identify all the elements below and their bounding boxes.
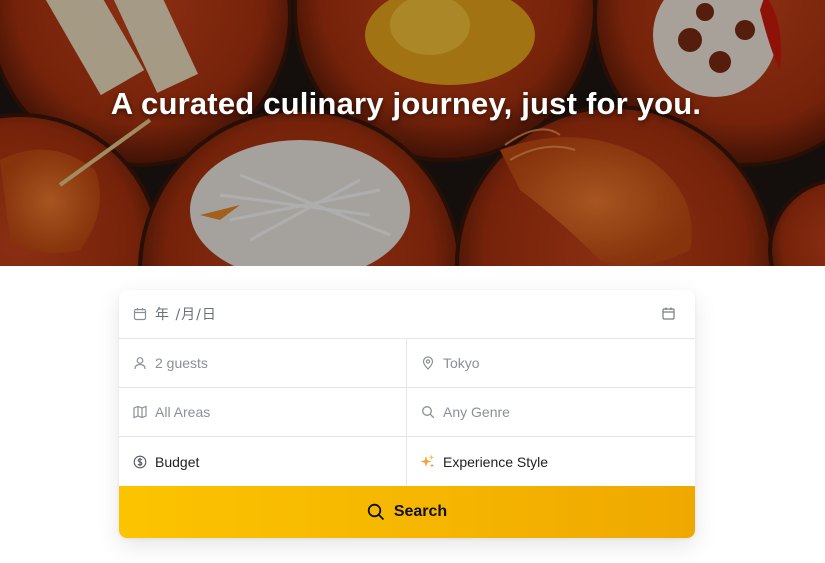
experience-style-value: Experience Style <box>443 453 549 470</box>
map-icon <box>132 405 147 420</box>
guests-select[interactable]: 2 guests <box>119 339 407 387</box>
search-button-label: Search <box>393 503 448 520</box>
calendar-picker-icon[interactable] <box>662 307 677 322</box>
date-row: 年 /月/日 <box>119 290 695 339</box>
genre-select[interactable]: Any Genre <box>407 388 695 436</box>
hero-title: A curated culinary journey, just for you… <box>110 86 702 121</box>
hero-banner: A curated culinary journey, just for you… <box>0 0 825 266</box>
map-pin-icon <box>420 356 435 371</box>
search-form-card: 年 /月/日 2 guests Tokyo All Areas Any Genr… <box>119 290 695 538</box>
search-button-icon <box>367 503 385 521</box>
location-select[interactable]: Tokyo <box>407 339 695 387</box>
location-value: Tokyo <box>443 355 480 371</box>
sparkles-icon <box>420 454 435 469</box>
budget-select[interactable]: Budget <box>119 437 407 486</box>
area-genre-row: All Areas Any Genre <box>119 388 695 437</box>
calendar-icon <box>132 307 147 322</box>
date-placeholder: 年 /月/日 <box>155 307 217 323</box>
search-icon <box>420 405 435 420</box>
guests-location-row: 2 guests Tokyo <box>119 339 695 388</box>
hero-food-image <box>0 0 825 266</box>
budget-value: Budget <box>155 453 200 470</box>
area-value: All Areas <box>155 404 211 420</box>
budget-style-row: Budget Experience Style <box>119 437 695 486</box>
dollar-circle-icon <box>132 454 147 469</box>
search-button[interactable]: Search <box>119 486 695 538</box>
area-select[interactable]: All Areas <box>119 388 407 436</box>
genre-value: Any Genre <box>443 404 510 420</box>
date-input[interactable]: 年 /月/日 <box>119 290 695 338</box>
experience-style-select[interactable]: Experience Style <box>407 437 695 486</box>
person-icon <box>132 356 147 371</box>
guests-value: 2 guests <box>155 355 208 371</box>
